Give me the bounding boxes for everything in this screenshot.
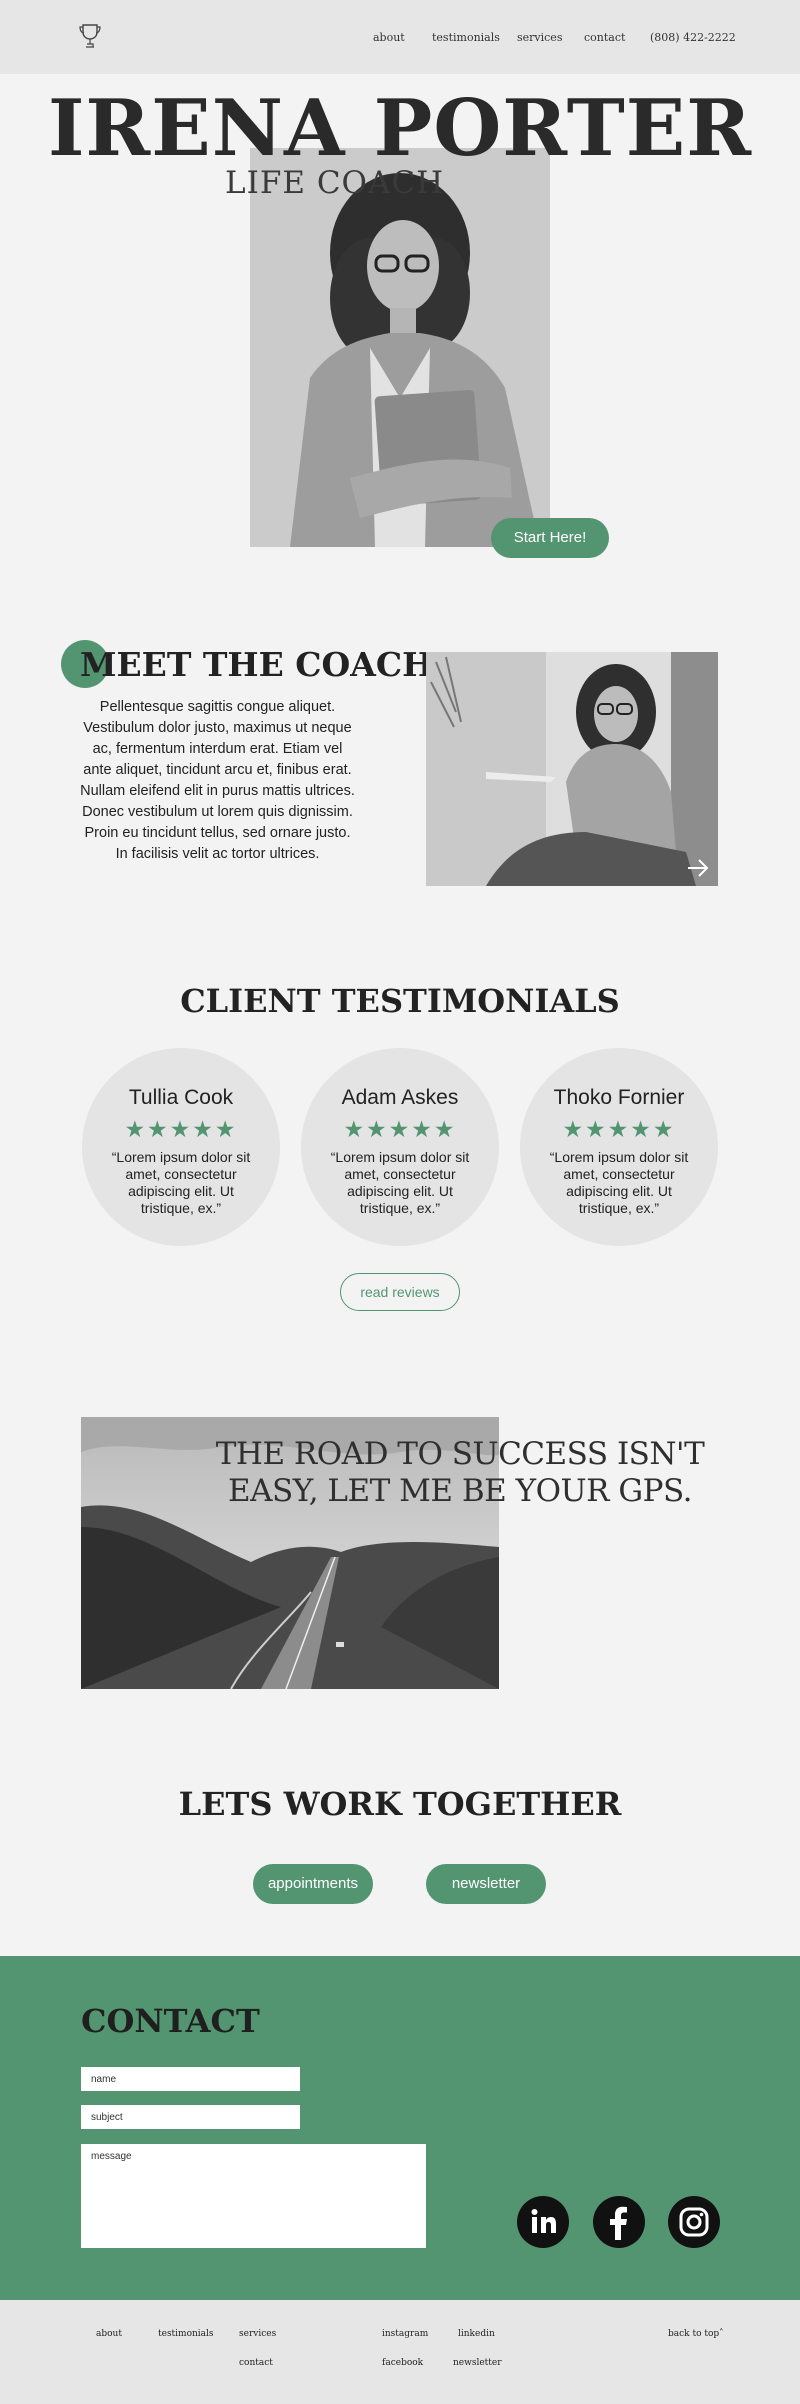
- star-rating: ★★★★★: [343, 1116, 457, 1142]
- arrow-right-icon[interactable]: [686, 858, 710, 878]
- meet-title: MEET THE COACH: [80, 645, 434, 684]
- work-title: LETS WORK TOGETHER: [178, 1785, 622, 1823]
- footer-contact[interactable]: contact: [239, 2358, 273, 2368]
- linkedin-icon[interactable]: [517, 2196, 569, 2248]
- appointments-button[interactable]: appointments: [253, 1864, 373, 1904]
- footer-about[interactable]: about: [96, 2329, 122, 2339]
- back-to-top-link[interactable]: back to top˄: [668, 2329, 724, 2339]
- footer-testimonials[interactable]: testimonials: [158, 2329, 214, 2339]
- testimonial-name: Tullia Cook: [128, 1086, 234, 1109]
- nav-testimonials[interactable]: testimonials: [432, 31, 500, 44]
- nav-services[interactable]: services: [517, 31, 562, 44]
- testimonial-card: Tullia Cook ★★★★★ “Lorem ipsum dolor sit…: [82, 1048, 280, 1246]
- testimonial-card: Adam Askes ★★★★★ “Lorem ipsum dolor sit …: [301, 1048, 499, 1246]
- nav-phone[interactable]: (808) 422-2222: [650, 31, 736, 44]
- footer-instagram[interactable]: instagram: [382, 2329, 428, 2339]
- testimonial-name: Thoko Fornier: [553, 1086, 685, 1109]
- star-rating: ★★★★★: [562, 1116, 676, 1142]
- testimonial-quote: “Lorem ipsum dolor sit amet, consectetur…: [111, 1149, 251, 1216]
- footer-linkedin[interactable]: linkedin: [458, 2329, 495, 2339]
- instagram-icon[interactable]: [668, 2196, 720, 2248]
- facebook-icon[interactable]: [593, 2196, 645, 2248]
- hero-photo: [250, 148, 550, 547]
- subject-field[interactable]: subject: [81, 2105, 300, 2129]
- read-reviews-button[interactable]: read reviews: [340, 1273, 460, 1311]
- site-header: about testimonials services contact (808…: [0, 0, 800, 74]
- testimonials-title: CLIENT TESTIMONIALS: [180, 982, 620, 1020]
- footer-services[interactable]: services: [239, 2329, 276, 2339]
- nav-about[interactable]: about: [373, 31, 405, 44]
- start-here-button[interactable]: Start Here!: [491, 518, 609, 558]
- testimonial-quote: “Lorem ipsum dolor sit amet, consectetur…: [549, 1149, 689, 1216]
- footer-newsletter[interactable]: newsletter: [453, 2358, 502, 2368]
- trophy-icon[interactable]: [78, 22, 102, 50]
- message-field[interactable]: message: [81, 2144, 426, 2248]
- road-quote: THE ROAD TO SUCCESS ISN'T EASY, LET ME B…: [215, 1436, 705, 1509]
- nav-contact[interactable]: contact: [584, 31, 625, 44]
- footer-facebook[interactable]: facebook: [382, 2358, 423, 2368]
- newsletter-button[interactable]: newsletter: [426, 1864, 546, 1904]
- testimonial-card: Thoko Fornier ★★★★★ “Lorem ipsum dolor s…: [520, 1048, 718, 1246]
- star-rating: ★★★★★: [124, 1116, 238, 1142]
- contact-title: CONTACT: [81, 2002, 260, 2040]
- hero-name: IRENA PORTER: [47, 83, 753, 174]
- testimonial-quote: “Lorem ipsum dolor sit amet, consectetur…: [330, 1149, 470, 1216]
- name-field[interactable]: name: [81, 2067, 300, 2091]
- coach-photo: [426, 652, 718, 886]
- site-footer: about testimonials services contact inst…: [0, 2300, 800, 2404]
- meet-text: Pellentesque sagittis congue aliquet. Ve…: [80, 699, 355, 862]
- hero-subtitle: LIFE COACH: [225, 165, 445, 201]
- testimonial-name: Adam Askes: [341, 1086, 459, 1109]
